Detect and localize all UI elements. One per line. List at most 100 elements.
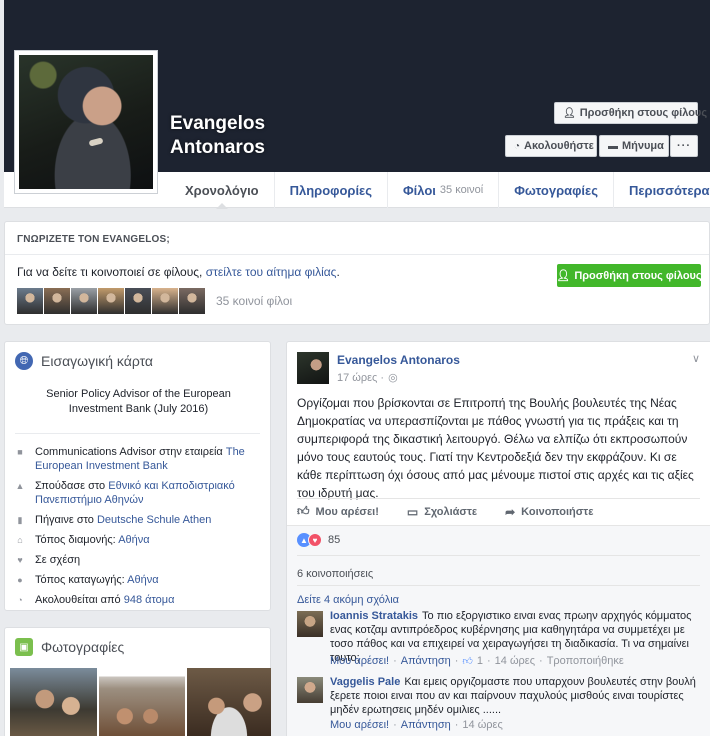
comment-avatar[interactable] [297, 611, 323, 637]
view-more-comments-link[interactable]: Δείτε 4 ακόμη σχόλια [297, 594, 399, 606]
tab-timeline[interactable]: Χρονολόγιο [170, 172, 274, 209]
comment-meta: Μου αρέσει! · Απάντηση · 14 ώρες [330, 719, 503, 731]
intro-title: Εισαγωγική κάρτα [41, 353, 154, 369]
shares-count[interactable]: 6 κοινοποιήσεις [297, 568, 373, 580]
mutual-friend-avatar[interactable] [125, 288, 151, 314]
mutual-friend-avatar[interactable] [44, 288, 70, 314]
heart-icon: ♥ [17, 555, 23, 565]
friends-count: 35 κοινοί [439, 184, 484, 196]
tab-more-label: Περισσότερα [628, 182, 710, 198]
photo-thumbnail[interactable] [10, 668, 97, 736]
intro-hometown-link[interactable]: Αθήνα [127, 574, 158, 586]
intro-item-relationship: ♥ Σε σχέση [15, 553, 265, 567]
send-friend-request-link[interactable]: στείλτε του αίτημα φιλίας [206, 265, 337, 279]
post-author-avatar[interactable] [297, 352, 329, 384]
know-card-title: ΓΝΩΡΙΖΕΤΕ ΤΟΝ EVANGELOS; [17, 234, 170, 245]
intro-residence-link[interactable]: Αθήνα [118, 534, 149, 546]
message-icon: ▬ [608, 140, 618, 152]
divider [297, 498, 700, 499]
follow-button[interactable]: ◔ Ακολουθήστε [505, 135, 597, 157]
comment-avatar[interactable] [297, 677, 323, 703]
comment-like-link[interactable]: Μου αρέσει! [330, 719, 389, 731]
meta-separator: · [454, 655, 459, 667]
profile-picture[interactable] [14, 50, 158, 194]
comment-time[interactable]: 14 ώρες [462, 719, 502, 731]
meta-separator: · [393, 719, 397, 731]
love-reaction-icon: ♥ [308, 533, 322, 547]
comment-reply-link[interactable]: Απάντηση [401, 719, 451, 731]
mutual-friend-avatar[interactable] [98, 288, 124, 314]
comment-likes-count[interactable]: 1 [477, 655, 483, 667]
intro-university-label: Σπούδασε στο [35, 480, 109, 492]
intro-school-link[interactable]: Deutsche Schule Athen [97, 514, 211, 526]
message-label: Μήνυμα [622, 140, 664, 152]
comment-author[interactable]: Vaggelis Pale [330, 676, 400, 688]
post-actions: 👍︎ Μου αρέσει! ▭ Σχολιάστε ➦ Κοινοποιήστ… [297, 504, 593, 519]
briefcase-icon: ■ [17, 447, 23, 457]
post-author[interactable]: Evangelos Antonaros [337, 353, 460, 367]
post-text: Οργίζομαι που βρίσκονται σε Επιτροπή της… [297, 396, 694, 500]
timeline-post: Evangelos Antonaros 17 ώρες · ◎ ∨ Οργίζο… [286, 341, 710, 736]
add-friend-icon: 👤︎ [563, 107, 576, 119]
intro-item-work-text: Communications Advisor στην εταιρεία The… [35, 445, 265, 473]
intro-list: ■ Communications Advisor στην εταιρεία T… [15, 445, 265, 613]
intro-item-school-text: Πήγαινε στο Deutsche Schule Athen [35, 513, 211, 527]
mutual-friend-avatar[interactable] [152, 288, 178, 314]
photo-thumbnail[interactable] [187, 668, 271, 736]
like-label: Μου αρέσει! [315, 505, 379, 518]
add-friend-green-button[interactable]: 👤︎ Προσθήκη στους φίλους [556, 264, 702, 287]
profile-tabs: Χρονολόγιο Πληροφορίες Φίλοι 35 κοινοί Φ… [170, 172, 710, 209]
tab-photos[interactable]: Φωτογραφίες [498, 172, 613, 208]
mutual-friend-avatar[interactable] [179, 288, 205, 314]
comment-button[interactable]: ▭ Σχολιάστε [407, 504, 477, 519]
share-button[interactable]: ➦ Κοινοποιήστε [505, 504, 593, 519]
intro-item-residence-text: Τόπος διαμονής: Αθήνα [35, 533, 150, 547]
know-card-text: Για να δείτε τι κοινοποιεί σε φίλους, στ… [17, 265, 340, 279]
know-card-period: . [336, 265, 340, 279]
tab-about[interactable]: Πληροφορίες [273, 172, 387, 208]
thumbs-up-icon: 👍︎ [297, 504, 310, 518]
tab-friends[interactable]: Φίλοι 35 κοινοί [387, 172, 498, 208]
graduation-cap-icon: ▲ [15, 481, 25, 491]
post-time[interactable]: 17 ώρες · [337, 372, 384, 384]
comment-edited-label[interactable]: Τροποποιήθηκε [547, 655, 624, 667]
more-options-button[interactable]: ··· [670, 135, 698, 157]
divider [5, 254, 709, 255]
post-options-chevron-icon[interactable]: ∨ [692, 352, 700, 365]
know-card-message: Για να δείτε τι κοινοποιεί σε φίλους, [17, 265, 206, 279]
reactions-summary[interactable]: ▲ ♥ 85 [297, 533, 340, 547]
intro-followers-label: Ακολουθείται από [35, 594, 124, 606]
comment-reply-link[interactable]: Απάντηση [401, 655, 451, 667]
divider [297, 555, 700, 556]
like-button[interactable]: 👍︎ Μου αρέσει! [297, 504, 379, 519]
mutual-friend-avatar[interactable] [17, 288, 43, 314]
comment-time[interactable]: 14 ώρες [495, 655, 535, 667]
comment-like-link[interactable]: Μου αρέσει! [330, 655, 389, 667]
photos-icon: ▣ [15, 638, 33, 656]
add-friend-icon: 👤︎ [556, 270, 571, 282]
intro-school-label: Πήγαινε στο [35, 514, 97, 526]
message-button[interactable]: ▬ Μήνυμα [599, 135, 669, 157]
meta-separator: · [454, 719, 459, 731]
intro-followers-link[interactable]: 948 άτομα [124, 594, 175, 606]
meta-separator: · [393, 655, 397, 667]
tab-more[interactable]: Περισσότερα ▼ [612, 172, 710, 208]
thumbs-up-icon: 👍︎ [462, 656, 473, 667]
tab-timeline-label: Χρονολόγιο [185, 182, 259, 198]
add-friend-button[interactable]: 👤︎ Προσθήκη στους φίλους [554, 102, 707, 124]
comment-label: Σχολιάστε [424, 505, 478, 518]
photos-header[interactable]: ▣ Φωτογραφίες [15, 638, 124, 656]
photo-thumbnail[interactable] [99, 668, 185, 736]
home-icon: ⌂ [17, 535, 23, 545]
tab-photos-label: Φωτογραφίες [514, 182, 598, 198]
comment-meta: Μου αρέσει! · Απάντηση · 👍︎ 1 · 14 ώρες … [330, 655, 624, 667]
reactions-count: 85 [328, 534, 341, 546]
mutual-friend-avatar[interactable] [71, 288, 97, 314]
profile-photo-image [19, 55, 153, 189]
intro-item-work: ■ Communications Advisor στην εταιρεία T… [15, 445, 265, 473]
comment-author[interactable]: Ioannis Stratakis [330, 610, 418, 622]
school-icon: ▮ [17, 515, 23, 525]
mutual-friends-count[interactable]: 35 κοινοί φίλοι [216, 294, 292, 308]
photos-title: Φωτογραφίες [41, 639, 125, 655]
profile-name[interactable]: Evangelos Antonaros [170, 112, 310, 160]
